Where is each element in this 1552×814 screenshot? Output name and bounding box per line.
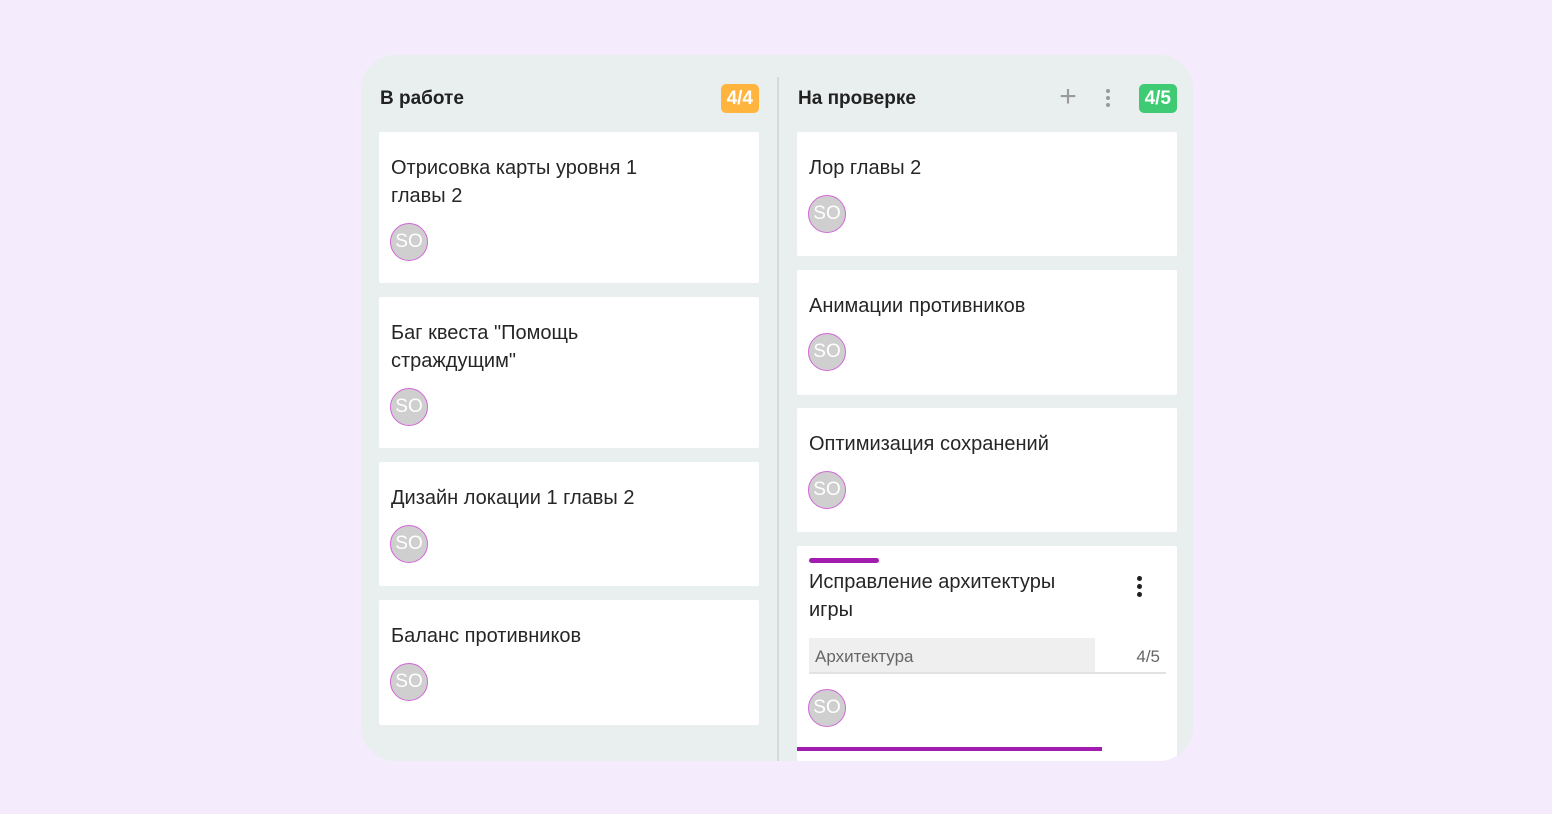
plus-icon[interactable]: + [1055, 82, 1081, 113]
column-count-badge: 4/5 [1138, 84, 1177, 113]
task-title: Лор главы 2 [809, 157, 922, 179]
column-count-badge: 4/4 [720, 84, 759, 113]
task-card[interactable]: Лор главы 2 SO [797, 132, 1177, 256]
assignee-avatar[interactable]: SO [808, 689, 846, 727]
kanban-board: В работе 4/4 Отрисовка карты уровня 1 гл… [361, 55, 1193, 761]
column-title: На проверке [798, 88, 916, 109]
task-card[interactable]: Анимации противников SO [797, 270, 1177, 395]
column-review: На проверке + 4/5 Лор главы 2 SO Анимаци… [797, 55, 1177, 761]
task-title: Исправление архитектуры игры [809, 571, 1056, 621]
task-card[interactable]: Дизайн локации 1 главы 2 SO [379, 462, 759, 586]
assignee-avatar[interactable]: SO [390, 525, 428, 563]
task-card[interactable]: Баг квеста "Помощь страждущим" SO [379, 297, 759, 448]
task-title: Отрисовка карты уровня 1 главы 2 [391, 157, 638, 207]
task-card[interactable]: Баланс противников SO [379, 600, 759, 725]
assignee-avatar[interactable]: SO [808, 333, 846, 371]
assignee-avatar[interactable]: SO [390, 388, 428, 426]
task-title: Дизайн локации 1 главы 2 [391, 487, 635, 509]
column-header: В работе 4/4 [379, 83, 759, 113]
task-title: Баг квеста "Помощь страждущим" [391, 322, 579, 372]
column-in-progress: В работе 4/4 Отрисовка карты уровня 1 гл… [379, 55, 759, 761]
assignee-avatar[interactable]: SO [808, 195, 846, 233]
checklist-progress[interactable]: Архитектура 4/5 [809, 638, 1166, 674]
task-title: Оптимизация сохранений [809, 433, 1049, 455]
column-title: В работе [380, 88, 464, 109]
column-divider [777, 77, 779, 761]
assignee-avatar[interactable]: SO [390, 223, 428, 261]
column-header: На проверке + 4/5 [797, 82, 1177, 113]
assignee-avatar[interactable]: SO [808, 471, 846, 509]
task-card-expanded[interactable]: Исправление архитектуры игры Архитектура… [797, 546, 1177, 761]
assignee-avatar[interactable]: SO [390, 663, 428, 701]
dots-glyph [1095, 83, 1121, 113]
task-title: Анимации противников [809, 295, 1026, 317]
card-accent-bar [809, 558, 879, 563]
progress-label: Архитектура [815, 647, 914, 666]
card-accent-line [797, 747, 1102, 751]
task-card[interactable]: Оптимизация сохранений SO [797, 408, 1177, 532]
progress-count: 4/5 [1136, 647, 1160, 666]
kebab-vertical-icon[interactable] [1095, 83, 1121, 113]
kebab-vertical-icon[interactable] [1129, 574, 1149, 598]
task-title: Баланс противников [391, 625, 582, 647]
task-card[interactable]: Отрисовка карты уровня 1 главы 2 SO [379, 132, 759, 283]
dots-glyph [1129, 574, 1149, 598]
